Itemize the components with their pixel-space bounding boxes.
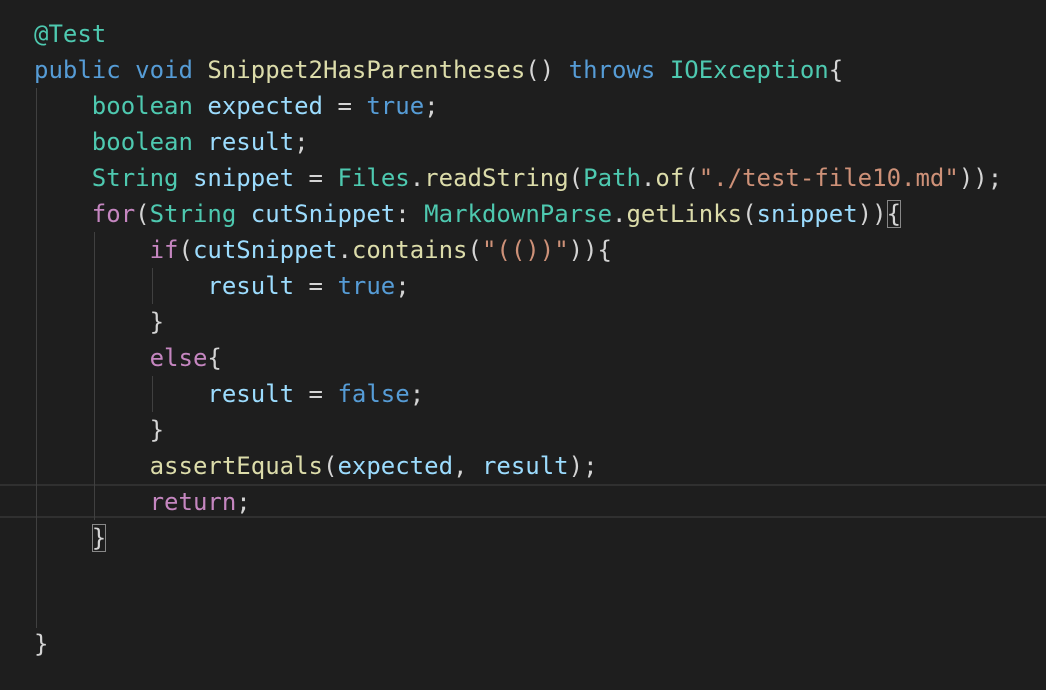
literal-true: true xyxy=(337,272,396,300)
code-line-15[interactable]: } xyxy=(34,520,107,556)
paren-open: ( xyxy=(742,200,757,228)
open-brace: { xyxy=(207,344,222,372)
variable-result: result xyxy=(207,380,295,408)
variable-result: result xyxy=(207,272,295,300)
paren-open: ( xyxy=(135,200,150,228)
code-line-8[interactable]: result = true; xyxy=(34,268,410,304)
paren-open: ( xyxy=(684,164,699,192)
method-parens: () xyxy=(525,56,555,84)
colon: : xyxy=(395,200,425,228)
close-brace: } xyxy=(149,416,165,444)
keyword-return: return xyxy=(149,488,237,516)
variable-cutsnippet: cutSnippet xyxy=(250,200,396,228)
code-line-12[interactable]: } xyxy=(34,412,164,448)
variable-snippet: snippet xyxy=(192,164,295,192)
method-close-brace: } xyxy=(34,630,49,658)
code-editor[interactable]: @Test public void Snippet2HasParentheses… xyxy=(0,0,1046,690)
paren-open: ( xyxy=(322,452,338,480)
operator-assign: = xyxy=(294,272,338,300)
code-line-1[interactable]: @Test xyxy=(34,16,106,52)
paren-close-brace: )){ xyxy=(568,236,613,264)
dot: . xyxy=(337,236,352,264)
variable-result: result xyxy=(207,128,295,156)
operator-assign: = xyxy=(294,164,338,192)
statement-end: ); xyxy=(568,452,598,480)
keyword-public: public xyxy=(34,56,121,84)
keyword-void: void xyxy=(135,56,193,84)
code-line-9[interactable]: } xyxy=(34,304,164,340)
function-readstring: readString xyxy=(424,164,569,192)
code-line-13[interactable]: assertEquals(expected, result); xyxy=(34,448,598,484)
code-line-5[interactable]: String snippet = Files.readString(Path.o… xyxy=(34,160,1002,196)
type-string: String xyxy=(149,200,237,228)
paren-close: )) xyxy=(857,200,887,228)
paren-open: ( xyxy=(568,164,584,192)
semicolon: ; xyxy=(409,380,425,408)
type-string: String xyxy=(91,164,179,192)
code-line-2[interactable]: public void Snippet2HasParentheses() thr… xyxy=(34,52,843,88)
literal-true: true xyxy=(366,92,425,120)
paren-open: ( xyxy=(467,236,482,264)
code-line-14[interactable]: return; xyxy=(34,484,251,520)
code-line-11[interactable]: result = false; xyxy=(34,376,424,412)
paren-open: ( xyxy=(178,236,193,264)
comma: , xyxy=(453,452,482,480)
exception-type: IOException xyxy=(669,56,829,84)
keyword-throws: throws xyxy=(568,56,656,84)
class-files: Files xyxy=(337,164,410,192)
type-boolean: boolean xyxy=(91,128,193,156)
operator-assign: = xyxy=(294,380,338,408)
variable-cutsnippet: cutSnippet xyxy=(192,236,338,264)
matched-close-brace: } xyxy=(91,524,107,552)
keyword-for: for xyxy=(91,200,136,228)
argument-expected: expected xyxy=(337,452,454,480)
method-open-brace: { xyxy=(828,56,844,84)
code-line-7[interactable]: if(cutSnippet.contains("(())")){ xyxy=(34,232,612,268)
argument-result: result xyxy=(481,452,569,480)
dot: . xyxy=(409,164,425,192)
semicolon: ; xyxy=(294,128,309,156)
code-line-6[interactable]: for(String cutSnippet: MarkdownParse.get… xyxy=(34,196,902,232)
code-line-10[interactable]: else{ xyxy=(34,340,222,376)
function-of: of xyxy=(655,164,685,192)
function-assertequals: assertEquals xyxy=(149,452,323,480)
keyword-else: else xyxy=(149,344,208,372)
code-line-4[interactable]: boolean result; xyxy=(34,124,309,160)
close-brace: } xyxy=(149,308,165,336)
string-file-path: "./test-file10.md" xyxy=(698,164,959,192)
class-markdownparse: MarkdownParse xyxy=(424,200,613,228)
matched-open-brace: { xyxy=(886,200,902,228)
dot: . xyxy=(640,164,656,192)
keyword-if: if xyxy=(149,236,179,264)
semicolon: ; xyxy=(395,272,410,300)
semicolon: ; xyxy=(236,488,251,516)
statement-end: )); xyxy=(958,164,1003,192)
argument-snippet: snippet xyxy=(756,200,858,228)
annotation: @Test xyxy=(34,20,107,48)
dot: . xyxy=(612,200,627,228)
method-name: Snippet2HasParentheses xyxy=(207,56,526,84)
function-contains: contains xyxy=(351,236,468,264)
type-boolean: boolean xyxy=(91,92,193,120)
literal-false: false xyxy=(337,380,410,408)
semicolon: ; xyxy=(424,92,439,120)
operator-assign: = xyxy=(323,92,367,120)
variable-expected: expected xyxy=(207,92,323,120)
function-getlinks: getLinks xyxy=(626,200,743,228)
class-path: Path xyxy=(583,164,641,192)
code-line-3[interactable]: boolean expected = true; xyxy=(34,88,439,124)
code-line-16[interactable]: } xyxy=(34,626,48,662)
string-parentheses: "(())" xyxy=(481,236,569,264)
